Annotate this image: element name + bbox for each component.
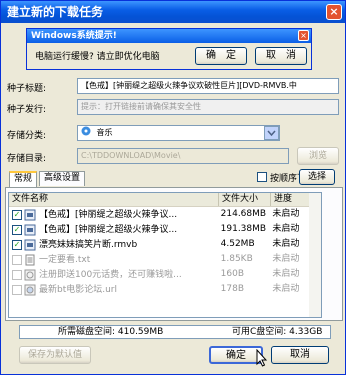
file-checkbox[interactable]: [12, 269, 22, 280]
disk-space-status: 所需磁盘空间: 410.59MB 可用C盘空间: 4.33GB: [19, 325, 331, 339]
system-alert-popup: Windows系统提示! × 电脑运行缓慢? 请立即优化电脑 确 定 取 消: [26, 28, 312, 70]
file-name: 【色戒】[钟丽缇之超级火辣争议...: [39, 224, 178, 235]
cancel-button[interactable]: 取消: [271, 346, 329, 364]
ok-button[interactable]: 确定: [209, 346, 263, 364]
tab-general[interactable]: 常规: [9, 171, 38, 187]
video-file-icon: [24, 239, 36, 250]
tab-advanced[interactable]: 高级设置: [39, 171, 86, 186]
available-space: 可用C盘空间: 4.33GB: [232, 327, 323, 337]
file-row[interactable]: 最新bt电影论坛.url 178B 未启动: [9, 282, 321, 297]
file-row[interactable]: ✓ 漂亮妹妹搞笑片断.rmvb 4.52MB 未启动: [9, 237, 321, 252]
save-default-button[interactable]: 保存为默认值: [19, 346, 91, 364]
select-button[interactable]: 选择: [299, 169, 335, 185]
seed-publish-label: 种子发行:: [7, 105, 47, 115]
text-file-icon: [25, 254, 35, 265]
category-value: 音乐: [96, 128, 113, 137]
file-list-scrollbar[interactable]: [309, 193, 321, 317]
file-row[interactable]: 注册即送100元话费，还可赚钱啦... 160B 未启动: [9, 267, 321, 282]
file-checkbox[interactable]: [12, 254, 22, 265]
file-size: 160B: [220, 269, 244, 279]
music-folder-icon: [81, 126, 91, 136]
seed-title-value: 【色戒】[钟丽缇之超级火辣争议欢破性巨片][DVD-RMVB.中: [81, 81, 297, 90]
column-progress[interactable]: 进度: [271, 193, 311, 206]
column-size[interactable]: 文件大小: [219, 193, 271, 206]
category-dropdown-arrow[interactable]: [264, 126, 279, 140]
popup-title: Windows系统提示!: [27, 29, 311, 43]
file-row[interactable]: 一定要看.txt 1.85KB 未启动: [9, 252, 321, 267]
file-row[interactable]: ✓ 【色戒】[钟丽缇之超级火辣争议... 191.38MB 未启动: [9, 222, 321, 237]
file-name: 一定要看.txt: [39, 254, 91, 265]
file-name: 【色戒】[钟丽缇之超级火辣争议...: [39, 209, 178, 220]
window-close-button[interactable]: ×: [326, 4, 342, 20]
order-download-checkbox[interactable]: [257, 172, 267, 182]
file-size: 1.85KB: [220, 254, 253, 264]
file-checkbox[interactable]: ✓: [12, 239, 22, 250]
dir-value: C:\TDDOWNLOAD\Movie\: [81, 151, 181, 160]
needed-space: 所需磁盘空间: 410.59MB: [58, 327, 164, 337]
video-file-icon: [24, 209, 36, 220]
seed-publish-field[interactable]: 提示：打开链接前请确保其安全性: [77, 99, 339, 115]
category-select[interactable]: 音乐: [77, 125, 280, 141]
popup-message: 电脑运行缓慢? 请立即优化电脑: [35, 52, 160, 62]
link-file-icon: [24, 284, 36, 295]
file-name: 注册即送100元话费，还可赚钱啦...: [39, 269, 182, 280]
file-list-header: 文件名称 文件大小 进度: [9, 193, 321, 207]
mouse-cursor-icon: [256, 349, 268, 367]
download-task-window: 建立新的下载任务 × Windows系统提示! × 电脑运行缓慢? 请立即优化电…: [0, 0, 346, 375]
popup-cancel-button[interactable]: 取 消: [255, 47, 307, 65]
video-file-icon: [24, 224, 36, 235]
file-row[interactable]: ✓ 【色戒】[钟丽缇之超级火辣争议... 214.68MB 未启动: [9, 207, 321, 222]
file-name: 漂亮妹妹搞笑片断.rmvb: [39, 239, 138, 250]
category-label: 存储分类:: [7, 131, 47, 141]
popup-close-button[interactable]: ×: [298, 30, 309, 41]
window-title: 建立新的下载任务: [7, 5, 104, 19]
file-size: 178B: [220, 284, 244, 294]
popup-ok-button[interactable]: 确 定: [195, 47, 247, 65]
file-checkbox[interactable]: ✓: [12, 224, 22, 235]
column-name[interactable]: 文件名称: [9, 193, 219, 206]
file-size: 214.68MB: [220, 209, 267, 219]
dir-field[interactable]: C:\TDDOWNLOAD\Movie\: [77, 148, 289, 164]
title-bar[interactable]: 建立新的下载任务 ×: [1, 1, 345, 23]
file-checkbox[interactable]: ✓: [12, 209, 22, 220]
seed-title-field[interactable]: 【色戒】[钟丽缇之超级火辣争议欢破性巨片][DVD-RMVB.中: [77, 78, 339, 94]
web-file-icon: [24, 269, 36, 280]
seed-publish-value: 提示：打开链接前请确保其安全性: [81, 102, 201, 111]
browse-button[interactable]: 浏览: [297, 147, 339, 165]
file-name: 最新bt电影论坛.url: [39, 284, 118, 295]
file-list[interactable]: 文件名称 文件大小 进度 ✓ 【色戒】[钟丽缇之超级火辣争议... 214.68…: [8, 192, 322, 318]
file-size: 191.38MB: [220, 224, 267, 234]
file-checkbox[interactable]: [12, 284, 22, 295]
dir-label: 存储目录:: [7, 154, 47, 164]
general-tab-panel: 文件名称 文件大小 进度 ✓ 【色戒】[钟丽缇之超级火辣争议... 214.68…: [5, 187, 343, 321]
seed-title-label: 种子标题:: [7, 84, 47, 94]
file-size: 4.52MB: [220, 239, 255, 249]
chevron-down-icon: [267, 130, 276, 137]
